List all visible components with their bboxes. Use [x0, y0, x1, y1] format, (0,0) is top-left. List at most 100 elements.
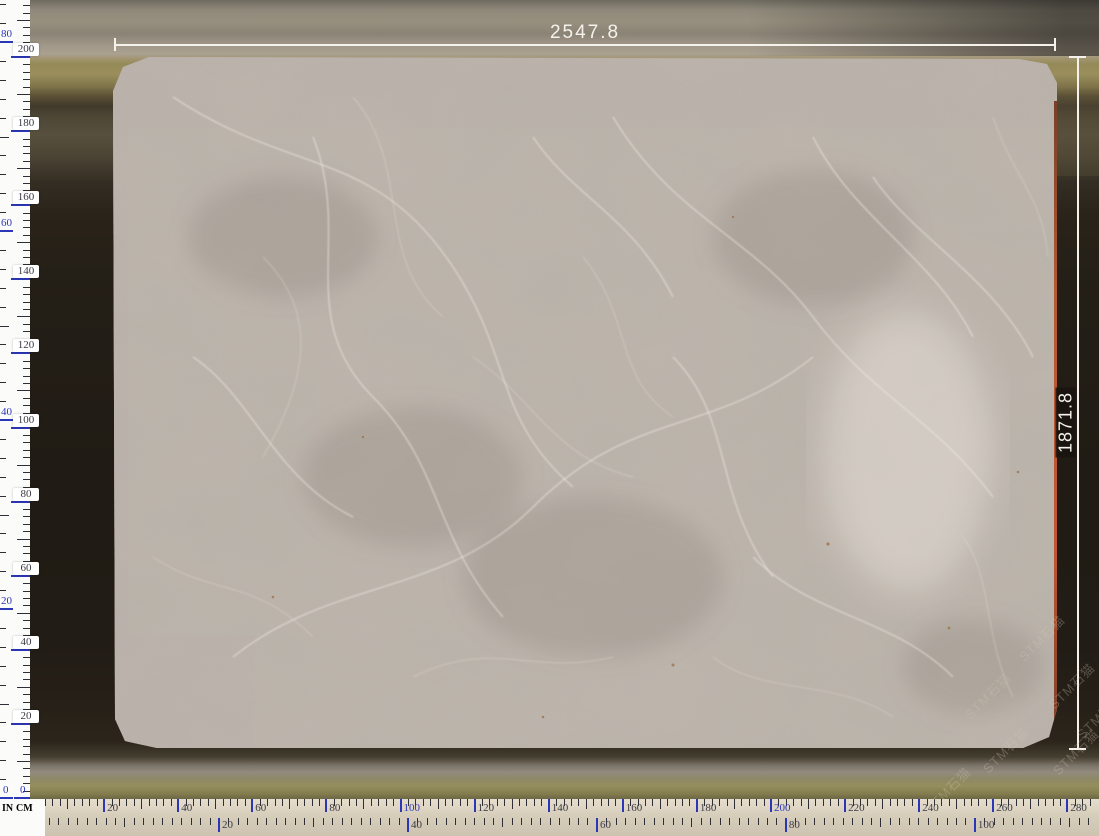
inch-minor-tick: [710, 818, 711, 825]
inch-minor-tick: [361, 818, 362, 825]
inch-minor-tick: [0, 212, 6, 213]
inch-minor-tick: [0, 23, 6, 24]
cm-major-tick: [548, 799, 550, 812]
inch-minor-tick: [342, 818, 343, 825]
cm-minor-tick: [23, 442, 30, 443]
inch-mid-tick: [691, 818, 692, 827]
cm-minor-tick: [223, 799, 224, 806]
inch-minor-tick: [0, 571, 6, 572]
cm-major-tick: [11, 723, 30, 725]
left-cm-ruler-number: 40: [13, 636, 39, 649]
left-ruler-inch-cm: 204060801001201401601802002040608000: [0, 0, 30, 799]
cm-minor-tick: [297, 799, 298, 806]
cm-minor-tick: [23, 294, 30, 295]
cm-major-tick: [11, 575, 30, 577]
cm-minor-tick: [23, 620, 30, 621]
slab-texture: [113, 57, 1057, 748]
cm-minor-tick: [815, 799, 816, 806]
cm-minor-tick: [23, 524, 30, 525]
cm-mid-tick: [17, 242, 30, 243]
inch-minor-tick: [814, 818, 815, 825]
cm-mid-tick: [586, 799, 587, 809]
cm-minor-tick: [23, 731, 30, 732]
cm-major-tick: [992, 799, 994, 812]
cm-major-tick: [1066, 799, 1068, 812]
cm-minor-tick: [504, 799, 505, 806]
inch-minor-tick: [493, 818, 494, 825]
cm-mid-tick: [956, 799, 957, 809]
bottom-ruler-cm-inch: 0204060801001201401601802002202402602800…: [0, 799, 1099, 836]
inch-minor-tick: [635, 818, 636, 825]
cm-minor-tick: [727, 799, 728, 806]
inch-major-tick: [0, 608, 13, 610]
cm-minor-tick: [23, 183, 30, 184]
inch-minor-tick: [1060, 818, 1061, 825]
left-cm-ruler-number: 80: [13, 488, 39, 501]
inch-major-tick: [407, 818, 409, 832]
cm-minor-tick: [497, 799, 498, 806]
cm-major-tick: [177, 799, 179, 812]
cm-major-tick: [103, 799, 105, 812]
inch-minor-tick: [512, 818, 513, 825]
cm-minor-tick: [823, 799, 824, 806]
inch-minor-tick: [162, 818, 163, 825]
cm-minor-tick: [971, 799, 972, 806]
cm-minor-tick: [23, 27, 30, 28]
inch-minor-tick: [654, 818, 655, 825]
inch-minor-tick: [0, 250, 6, 251]
inch-minor-tick: [531, 818, 532, 825]
inch-mid-tick: [0, 704, 9, 705]
inch-minor-tick: [49, 818, 50, 825]
cm-minor-tick: [986, 799, 987, 806]
bottom-inch-ruler-number: 40: [411, 819, 422, 832]
cm-minor-tick: [304, 799, 305, 806]
inch-minor-tick: [0, 590, 6, 591]
cm-minor-tick: [23, 87, 30, 88]
inch-minor-tick: [0, 496, 6, 497]
bottom-cm-ruler-number: 100: [404, 802, 421, 815]
inch-minor-tick: [484, 818, 485, 825]
cm-minor-tick: [23, 768, 30, 769]
width-dimension-end-tick: [1054, 38, 1056, 51]
inch-minor-tick: [909, 818, 910, 825]
left-cm-ruler-number: 160: [13, 191, 39, 204]
cm-mid-tick: [215, 799, 216, 809]
left-cm-ruler-number: 20: [13, 710, 39, 723]
inch-mid-tick: [1069, 818, 1070, 827]
cm-mid-tick: [17, 316, 30, 317]
inch-minor-tick: [833, 818, 834, 825]
cm-minor-tick: [978, 799, 979, 806]
inch-minor-tick: [427, 818, 428, 825]
cm-minor-tick: [23, 553, 30, 554]
cm-minor-tick: [467, 799, 468, 806]
cm-minor-tick: [97, 799, 98, 806]
inch-minor-tick: [956, 818, 957, 825]
bottom-inch-ruler-number: 60: [600, 819, 611, 832]
cm-minor-tick: [23, 5, 30, 6]
cm-minor-tick: [541, 799, 542, 806]
cm-mid-tick: [17, 613, 30, 614]
cm-minor-tick: [23, 435, 30, 436]
cm-minor-tick: [193, 799, 194, 806]
inch-minor-tick: [172, 818, 173, 825]
inch-major-tick: [218, 818, 220, 832]
cm-minor-tick: [23, 72, 30, 73]
bottom-cm-ruler-number: 20: [107, 802, 118, 815]
inch-minor-tick: [928, 818, 929, 825]
cm-minor-tick: [23, 776, 30, 777]
cm-minor-tick: [430, 799, 431, 806]
cm-minor-tick: [682, 799, 683, 806]
inch-minor-tick: [748, 818, 749, 825]
inch-minor-tick: [0, 344, 6, 345]
cm-major-tick: [11, 130, 30, 132]
cm-minor-tick: [349, 799, 350, 806]
inch-minor-tick: [0, 61, 6, 62]
left-inch-ruler-number: 60: [1, 217, 12, 230]
inch-minor-tick: [0, 477, 6, 478]
inch-minor-tick: [370, 818, 371, 825]
cm-minor-tick: [571, 799, 572, 806]
inch-minor-tick: [890, 818, 891, 825]
inch-minor-tick: [436, 818, 437, 825]
cm-minor-tick: [23, 694, 30, 695]
cm-minor-tick: [1060, 799, 1061, 806]
